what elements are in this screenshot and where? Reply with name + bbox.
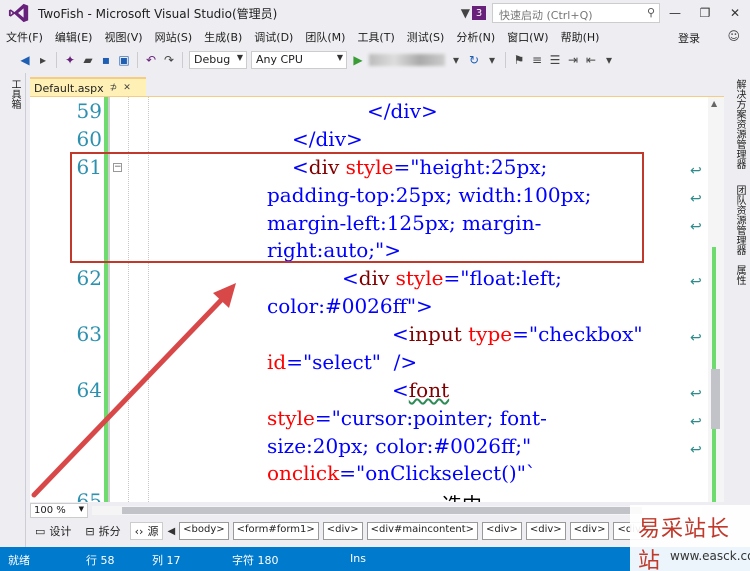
login-link[interactable]: 登录 (678, 30, 700, 46)
standard-toolbar: ◀ ▸ ✦ ▰ ▪ ▣ ↶ ↷ Debug ▼ Any CPU ▼ ▶ ▾ ↻ ▾ … (0, 47, 750, 73)
menu-analyze[interactable]: 分析(N) (450, 29, 501, 45)
menu-view[interactable]: 视图(V) (98, 29, 148, 45)
status-insert-mode: Ins (350, 552, 366, 565)
breadcrumb-item[interactable]: <div#maincontent> (366, 522, 479, 540)
menu-debug[interactable]: 调试(D) (248, 29, 299, 45)
undo-icon[interactable]: ↶ (144, 53, 158, 67)
search-icon: ⚲ (646, 6, 655, 19)
toolbox-tab[interactable]: 工具箱 (7, 79, 22, 109)
menu-edit[interactable]: 编辑(E) (49, 29, 99, 45)
editor-bottom-strip: 100 % ▼ (26, 502, 724, 519)
breadcrumb-item[interactable]: <div> (569, 522, 610, 540)
toolbox-strip: 工具箱 (0, 73, 26, 547)
toolbar-separator (56, 52, 57, 68)
window-title: TwoFish - Microsoft Visual Studio(管理员) (38, 6, 278, 21)
pin-icon[interactable]: ⊅ (110, 83, 118, 93)
menu-test[interactable]: 测试(S) (401, 29, 451, 45)
back-icon[interactable]: ◀ (18, 53, 32, 67)
close-icon[interactable]: ✕ (123, 83, 131, 93)
breadcrumb-prev-icon[interactable]: ◀ (167, 526, 175, 537)
refresh-icon[interactable]: ↻ (467, 53, 481, 67)
notification-badge[interactable]: 3 (472, 6, 486, 20)
blurred-browser-target[interactable] (369, 54, 445, 66)
chevron-down-icon[interactable]: ▾ (449, 53, 463, 67)
chevron-down-icon: ▼ (236, 53, 243, 62)
start-debug-icon[interactable]: ▶ (351, 53, 365, 67)
forward-icon[interactable]: ▸ (36, 53, 50, 67)
solution-platform-select[interactable]: Any CPU ▼ (251, 51, 347, 69)
save-all-icon[interactable]: ▣ (117, 53, 131, 67)
split-view-button[interactable]: ⊟ 拆分 (80, 522, 125, 540)
menu-bar: 文件(F) 编辑(E) 视图(V) 网站(S) 生成(B) 调试(D) 团队(M… (0, 26, 750, 47)
breadcrumb-item[interactable]: <form#form1> (232, 522, 319, 540)
menu-window[interactable]: 窗口(W) (501, 29, 554, 45)
breadcrumb-item[interactable]: <body> (179, 522, 229, 540)
new-project-icon[interactable]: ✦ (63, 53, 77, 67)
editor-horizontal-scrollbar[interactable] (92, 506, 702, 515)
scrollbar-thumb[interactable] (711, 369, 720, 429)
redo-icon[interactable]: ↷ (162, 53, 176, 67)
right-tool-strip: 解决方案资源管理器 团队资源管理器 属性 (724, 73, 750, 547)
comment-icon[interactable]: ☰ (548, 53, 562, 67)
view-switcher-row: ▭ 设计 ⊟ 拆分 ‹› 源 ◀ <body> <form#form1> <div> … (26, 519, 724, 543)
annotation-arrow-icon (31, 283, 236, 498)
toolbar-overflow-icon[interactable]: ▾ (602, 53, 616, 67)
toolbar-separator (137, 52, 138, 68)
breadcrumb-item[interactable]: <div> (482, 522, 522, 540)
watermark-url: www.easck.com (670, 549, 750, 563)
tab-default-aspx[interactable]: Default.aspx ⊅ ✕ (30, 77, 146, 97)
split-icon: ⊟ (85, 524, 95, 538)
menu-file[interactable]: 文件(F) (0, 29, 49, 45)
title-bar: TwoFish - Microsoft Visual Studio(管理员) ▼… (0, 0, 750, 26)
status-character: 字符 180 (232, 554, 279, 567)
menu-help[interactable]: 帮助(H) (555, 29, 606, 45)
breadcrumb-item[interactable]: <div> (525, 522, 566, 540)
document-tab-row: Default.aspx ⊅ ✕ (26, 77, 724, 98)
editor-vertical-scrollbar[interactable]: ▲ (708, 97, 724, 507)
team-explorer-tab[interactable]: 团队资源管理器 (732, 185, 747, 255)
menu-build[interactable]: 生成(B) (198, 29, 248, 45)
close-button[interactable]: ✕ (720, 6, 750, 20)
tab-filename: Default.aspx (34, 81, 104, 95)
menu-website[interactable]: 网站(S) (149, 29, 199, 45)
toolbar-separator (182, 52, 183, 68)
solution-configuration-select[interactable]: Debug ▼ (189, 51, 247, 69)
format-icon[interactable]: ≡ (530, 53, 544, 67)
feedback-icon[interactable]: ☺ (727, 29, 740, 43)
open-folder-icon[interactable]: ▰ (81, 53, 95, 67)
zoom-select[interactable]: 100 % ▼ (30, 503, 88, 518)
design-icon: ▭ (35, 524, 46, 538)
restore-button[interactable]: ❐ (690, 6, 720, 20)
chevron-down-icon[interactable]: ▾ (485, 53, 499, 67)
menu-team[interactable]: 团队(M) (299, 29, 351, 45)
menu-tools[interactable]: 工具(T) (351, 29, 400, 45)
save-icon[interactable]: ▪ (99, 53, 113, 67)
visual-studio-logo-icon (8, 3, 29, 23)
notification-flag-icon[interactable]: ▼ (461, 6, 470, 20)
status-ready: 就绪 (8, 554, 30, 567)
chevron-down-icon: ▼ (336, 53, 343, 62)
properties-tab[interactable]: 属性 (732, 265, 747, 285)
design-view-button[interactable]: ▭ 设计 (30, 522, 76, 540)
browser-link-icon[interactable]: ⚑ (512, 53, 526, 67)
minimize-button[interactable]: — (660, 6, 690, 20)
breadcrumb-item[interactable]: <div> (322, 522, 363, 540)
quick-launch-input[interactable]: 快速启动 (Ctrl+Q) ⚲ (492, 3, 660, 23)
code-editor[interactable]: 59 60 61 62 63 64 65 − </div> </div> <di… (30, 97, 708, 502)
indent-icon[interactable]: ⇥ (566, 53, 580, 67)
scroll-up-icon[interactable]: ▲ (711, 99, 717, 108)
outdent-icon[interactable]: ⇤ (584, 53, 598, 67)
solution-explorer-tab[interactable]: 解决方案资源管理器 (732, 79, 747, 169)
site-watermark: 易采站长站 www.easck.com (630, 505, 750, 571)
toolbar-separator (505, 52, 506, 68)
scrollbar-thumb[interactable] (122, 507, 642, 514)
source-view-button[interactable]: ‹› 源 (129, 522, 164, 540)
status-line: 行 58 (86, 554, 115, 567)
status-column: 列 17 (152, 554, 181, 567)
chevron-down-icon: ▼ (78, 505, 84, 513)
source-icon: ‹› (134, 524, 144, 538)
